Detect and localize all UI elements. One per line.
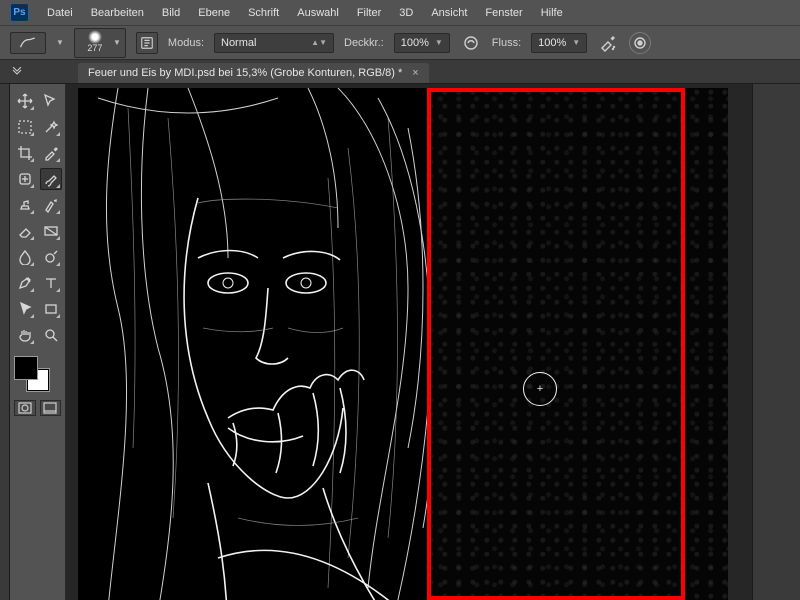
menu-type[interactable]: Schrift	[248, 7, 279, 19]
path-select-tool[interactable]	[14, 298, 36, 320]
menu-layer[interactable]: Ebene	[198, 7, 230, 19]
flow-label: Fluss:	[492, 37, 521, 49]
menu-image[interactable]: Bild	[162, 7, 180, 19]
opacity-field[interactable]: 100% ▼	[394, 33, 450, 53]
tool-preset-picker[interactable]	[10, 32, 46, 54]
app-logo: Ps	[10, 3, 29, 22]
color-swatches[interactable]	[14, 356, 54, 392]
document-tab[interactable]: Feuer und Eis by MDI.psd bei 15,3% (Grob…	[78, 63, 429, 83]
menu-help[interactable]: Hilfe	[541, 7, 563, 19]
brush-size-value: 277	[87, 43, 102, 53]
brush-panel-toggle[interactable]	[136, 32, 158, 54]
close-icon[interactable]: ×	[412, 67, 418, 79]
chevron-down-icon[interactable]: ▼	[56, 38, 64, 47]
mode-label: Modus:	[168, 37, 204, 49]
quickmask-toggle[interactable]	[14, 400, 36, 416]
screenmode-toggle[interactable]	[40, 400, 62, 416]
right-dock-strip	[752, 84, 800, 600]
magic-wand-tool[interactable]	[40, 116, 62, 138]
marquee-tool[interactable]	[14, 116, 36, 138]
chevron-down-icon: ▼	[112, 38, 122, 47]
artboard-tool[interactable]	[40, 90, 62, 112]
menu-3d[interactable]: 3D	[399, 7, 413, 19]
brush-cursor-icon	[523, 372, 557, 406]
history-brush-tool[interactable]	[40, 194, 62, 216]
chevron-down-icon: ▼	[435, 38, 443, 47]
pressure-size-icon[interactable]	[629, 32, 651, 54]
menu-file[interactable]: Datei	[47, 7, 73, 19]
chevron-down-icon: ▼	[572, 38, 580, 47]
airbrush-icon[interactable]	[597, 32, 619, 54]
pressure-opacity-icon[interactable]	[460, 32, 482, 54]
blur-tool[interactable]	[14, 246, 36, 268]
app-logo-text: Ps	[13, 7, 25, 18]
gradient-tool[interactable]	[40, 220, 62, 242]
options-bar: ▼ 277 ▼ Modus: Normal ▲▼ Deckkr.: 100% ▼…	[0, 26, 800, 60]
spot-heal-tool[interactable]	[14, 168, 36, 190]
flow-field[interactable]: 100% ▼	[531, 33, 587, 53]
rectangle-tool[interactable]	[40, 298, 62, 320]
canvas-viewport[interactable]	[66, 84, 752, 600]
brush-tool[interactable]	[40, 168, 62, 190]
menu-window[interactable]: Fenster	[485, 7, 522, 19]
eyedropper-tool[interactable]	[40, 142, 62, 164]
blend-mode-value: Normal	[221, 37, 256, 49]
blend-mode-select[interactable]: Normal ▲▼	[214, 33, 334, 53]
brush-preset-picker[interactable]: 277 ▼	[74, 28, 126, 58]
opacity-label: Deckkr.:	[344, 37, 384, 49]
clone-stamp-tool[interactable]	[14, 194, 36, 216]
eraser-tool[interactable]	[14, 220, 36, 242]
type-tool[interactable]	[40, 272, 62, 294]
move-tool[interactable]	[14, 90, 36, 112]
toolbox	[10, 84, 66, 600]
chevron-updown-icon: ▲▼	[311, 38, 327, 47]
menu-filter[interactable]: Filter	[357, 7, 381, 19]
collapse-toolbar-icon[interactable]	[10, 65, 24, 79]
pen-tool[interactable]	[14, 272, 36, 294]
work-area	[0, 84, 800, 600]
brush-preview-dot	[88, 30, 102, 44]
menu-edit[interactable]: Bearbeiten	[91, 7, 144, 19]
menu-view[interactable]: Ansicht	[431, 7, 467, 19]
zoom-tool[interactable]	[40, 324, 62, 346]
crop-tool[interactable]	[14, 142, 36, 164]
opacity-value: 100%	[401, 37, 429, 49]
menu-bar: Ps Datei Bearbeiten Bild Ebene Schrift A…	[0, 0, 800, 26]
foreground-swatch[interactable]	[14, 356, 38, 380]
flow-value: 100%	[538, 37, 566, 49]
document-tab-row: Feuer und Eis by MDI.psd bei 15,3% (Grob…	[0, 60, 800, 84]
document-canvas[interactable]	[78, 88, 728, 600]
left-dock-strip	[0, 84, 10, 600]
dodge-tool[interactable]	[40, 246, 62, 268]
document-tab-title: Feuer und Eis by MDI.psd bei 15,3% (Grob…	[88, 67, 402, 79]
hand-tool[interactable]	[14, 324, 36, 346]
canvas-texture-area	[428, 88, 728, 600]
menu-select[interactable]: Auswahl	[297, 7, 339, 19]
